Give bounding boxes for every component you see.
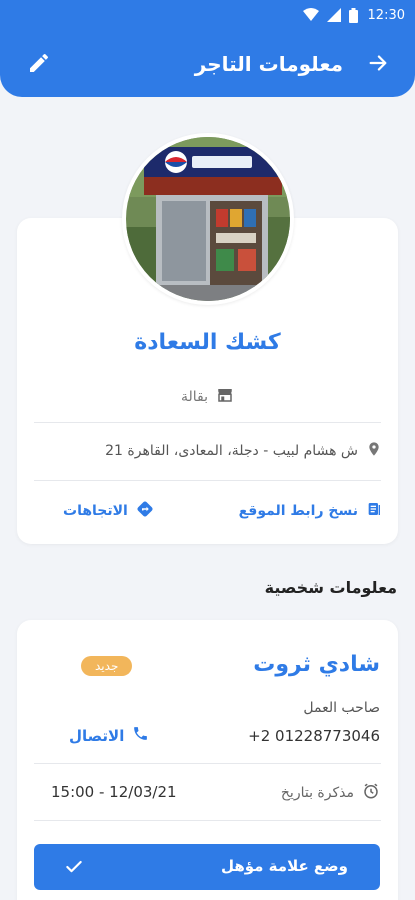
title-row: معلومات التاجر — [0, 42, 415, 82]
copy-icon — [366, 500, 382, 522]
copy-location-button[interactable]: نسخ رابط الموقع — [239, 500, 382, 522]
store-category-label: بقالة — [181, 389, 209, 405]
edit-button[interactable] — [24, 50, 54, 80]
store-avatar — [122, 133, 294, 305]
personal-info-card: شادي ثروت جديد صاحب العمل +2 01228773046… — [17, 620, 398, 900]
address-row: ش هشام لبيب - دجلة، المعادى، القاهرة 21 — [33, 440, 382, 462]
store-icon — [216, 386, 234, 408]
store-category: بقالة — [17, 386, 398, 408]
status-bar: 12:30 — [0, 0, 415, 30]
status-time: 12:30 — [367, 7, 405, 23]
store-address: ش هشام لبيب - دجلة، المعادى، القاهرة 21 — [105, 443, 358, 459]
location-pin-icon — [366, 440, 382, 462]
status-badge: جديد — [81, 656, 133, 676]
divider — [34, 820, 381, 821]
phone-icon — [132, 725, 149, 746]
personal-info-title: معلومات شخصية — [264, 578, 397, 597]
clock-icon — [362, 782, 380, 804]
person-role: صاحب العمل — [303, 700, 380, 716]
mark-qualified-button[interactable]: وضع علامة مؤهل — [34, 844, 380, 890]
back-button[interactable] — [363, 50, 393, 80]
directions-label: الاتجاهات — [63, 503, 128, 519]
reminder-label: مذكرة بتاريخ — [281, 782, 380, 804]
check-icon — [64, 857, 84, 881]
back-arrow-icon — [367, 52, 389, 78]
call-label: الاتصال — [69, 726, 125, 745]
directions-button[interactable]: الاتجاهات — [63, 500, 154, 522]
divider — [34, 763, 381, 764]
battery-icon — [348, 7, 358, 23]
call-button[interactable]: الاتصال — [69, 725, 149, 746]
divider — [34, 422, 381, 423]
phone-number: +2 01228773046 — [248, 727, 380, 745]
reminder-datetime: 15:00 - 12/03/21 — [51, 783, 177, 801]
app-header: 12:30 معلومات التاجر — [0, 0, 415, 97]
mark-qualified-label: وضع علامة مؤهل — [220, 857, 348, 875]
signal-icon — [326, 8, 341, 22]
person-name: شادي ثروت — [253, 652, 380, 677]
copy-location-label: نسخ رابط الموقع — [238, 503, 358, 519]
store-photo — [126, 137, 290, 301]
directions-icon — [136, 500, 154, 522]
divider — [34, 480, 381, 481]
page-title: معلومات التاجر — [194, 52, 343, 76]
store-name: كشك السعادة — [134, 330, 281, 355]
edit-icon — [27, 51, 51, 79]
store-actions: نسخ رابط الموقع الاتجاهات — [17, 500, 398, 524]
wifi-icon — [302, 8, 319, 22]
reminder-label-text: مذكرة بتاريخ — [280, 785, 354, 801]
